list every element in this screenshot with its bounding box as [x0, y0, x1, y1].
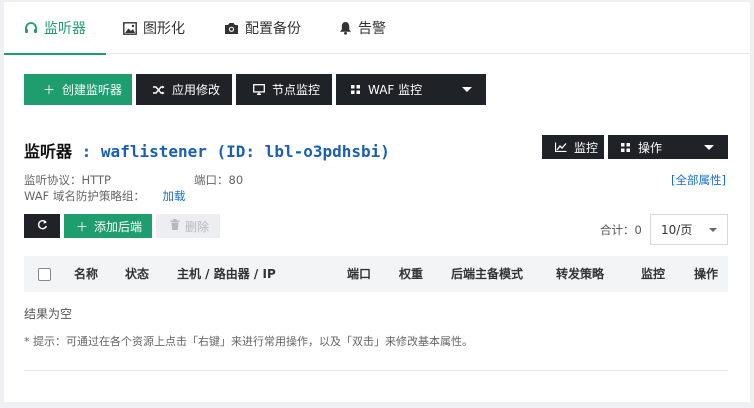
- monitor-button[interactable]: 监控: [542, 135, 604, 159]
- waf-group-label: WAF 域名防护策略组：: [24, 189, 145, 203]
- column-header-port[interactable]: 端口: [347, 256, 371, 292]
- button-label: 删除: [185, 219, 210, 234]
- tab-config-backup[interactable]: 配置备份: [224, 2, 301, 54]
- column-header-host[interactable]: 主机 / 路由器 / IP: [177, 256, 276, 292]
- plus-icon: ＋: [42, 83, 55, 97]
- port-text: 端口：80: [194, 173, 244, 187]
- table-header: 名称 状态 主机 / 路由器 / IP 端口 权重 后端主备模式 转发策略 监控…: [24, 256, 728, 292]
- plus-icon: ＋: [76, 219, 89, 234]
- trash-icon: [170, 219, 180, 233]
- bell-icon: [339, 21, 352, 35]
- actions-dropdown[interactable]: 操作: [608, 135, 728, 159]
- chevron-down-icon: [462, 87, 472, 92]
- monitor-icon: [252, 84, 266, 95]
- column-header-weight[interactable]: 权重: [399, 256, 423, 292]
- tab-alarms[interactable]: 告警: [339, 2, 386, 54]
- empty-result-text: 结果为空: [24, 307, 73, 321]
- chevron-down-icon: [709, 228, 717, 232]
- add-backend-button[interactable]: ＋ 添加后端: [64, 214, 152, 238]
- load-link[interactable]: 加载: [163, 189, 186, 203]
- tab-graphical[interactable]: 图形化: [123, 2, 185, 54]
- tab-label: 配置备份: [245, 21, 301, 37]
- column-header-monitor[interactable]: 监控: [641, 256, 665, 292]
- camera-icon: [224, 22, 239, 35]
- delete-button[interactable]: 删除: [156, 214, 220, 238]
- total-count: 合计：0: [600, 223, 642, 237]
- button-label: 创建监听器: [62, 83, 123, 97]
- all-properties-link[interactable]: [全部属性]: [671, 172, 726, 188]
- page-size-select[interactable]: 10/页: [650, 214, 728, 245]
- tab-label: 监听器: [44, 21, 86, 37]
- listener-title: 监听器 : waflistener (ID: lbl-o3pdhsbi): [24, 138, 390, 162]
- grid-icon: [618, 142, 632, 152]
- select-all-checkbox[interactable]: [38, 268, 51, 281]
- console-panel: 监听器 图形化 配置备份 告警 ＋ 创建监听器 应用修改 节点监控 WAF 监控…: [4, 2, 750, 402]
- listener-name: waflistener (ID: lbl-o3pdhsbi): [100, 142, 390, 161]
- tab-label: 告警: [358, 21, 386, 37]
- waf-group-row: WAF 域名防护策略组： 加载: [24, 188, 186, 204]
- refresh-button[interactable]: [24, 214, 60, 238]
- column-header-backup-mode[interactable]: 后端主备模式: [451, 256, 523, 292]
- protocol-text: 监听协议：HTTP: [24, 173, 111, 187]
- tab-listeners[interactable]: 监听器: [4, 2, 106, 55]
- refresh-icon: [37, 219, 48, 233]
- grid-icon: [348, 85, 362, 94]
- column-header-status[interactable]: 状态: [125, 256, 149, 292]
- waf-monitor-dropdown[interactable]: WAF 监控: [336, 74, 486, 105]
- hint-text: * 提示：可通过在各个资源上点击「右键」来进行常用操作，以及「双击」来修改基本属…: [24, 335, 473, 348]
- button-label: 应用修改: [172, 83, 221, 97]
- button-label: 操作: [638, 140, 663, 155]
- chevron-down-icon: [704, 145, 714, 150]
- shuffle-icon: [152, 85, 166, 95]
- create-listener-button[interactable]: ＋ 创建监听器: [24, 74, 132, 105]
- node-monitor-button[interactable]: 节点监控: [236, 74, 332, 105]
- column-header-forward-policy[interactable]: 转发策略: [556, 256, 604, 292]
- chart-line-icon: [554, 142, 568, 152]
- title-prefix: 监听器: [24, 142, 73, 161]
- column-header-actions[interactable]: 操作: [694, 256, 718, 292]
- button-label: 节点监控: [272, 83, 321, 97]
- tab-bar: 监听器 图形化 配置备份 告警: [4, 2, 750, 55]
- headset-icon: [24, 21, 38, 35]
- image-icon: [123, 21, 137, 35]
- divider: [24, 370, 728, 371]
- button-label: 监控: [574, 140, 599, 155]
- column-header-name[interactable]: 名称: [74, 256, 98, 292]
- button-label: 添加后端: [94, 219, 143, 234]
- button-label: WAF 监控: [368, 83, 423, 97]
- apply-changes-button[interactable]: 应用修改: [136, 74, 232, 105]
- tab-label: 图形化: [143, 21, 185, 37]
- page-size-value: 10/页: [661, 223, 693, 237]
- title-separator: :: [72, 142, 101, 161]
